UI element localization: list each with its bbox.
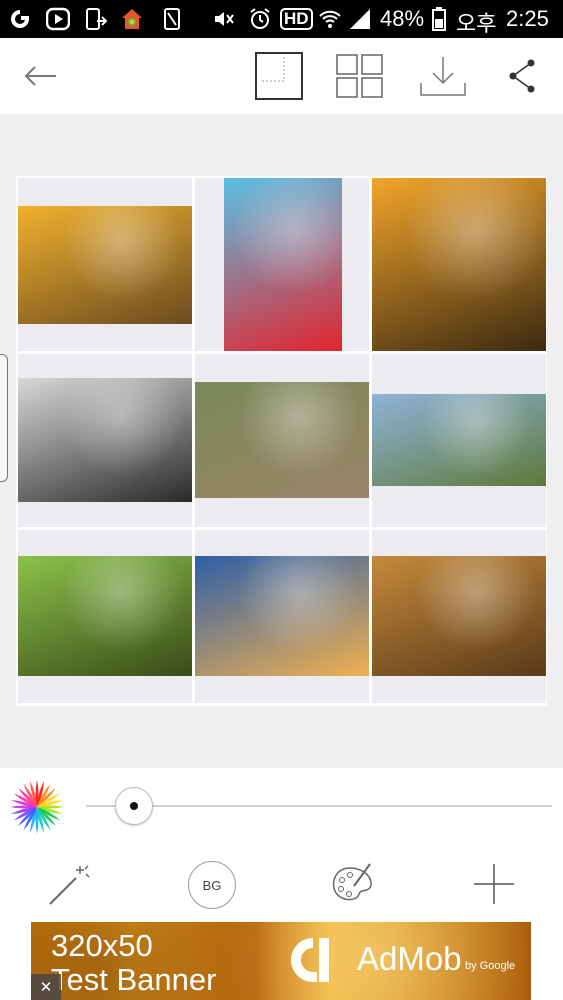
close-icon: ✕: [39, 979, 53, 996]
battery-percent: 48%: [380, 6, 425, 31]
ad-size-text: 320x50: [51, 928, 153, 963]
collage-grid[interactable]: [16, 176, 547, 706]
share-icon: [509, 59, 535, 93]
alarm-icon: [250, 8, 270, 29]
ad-close-button[interactable]: ✕: [31, 974, 61, 1000]
wifi-icon: [319, 10, 341, 28]
collage-photo: [18, 378, 192, 502]
collage-photo: [372, 556, 546, 676]
share-button[interactable]: [500, 38, 544, 114]
magic-wand-icon: [49, 865, 90, 905]
status-bar: HD 48% 오후 2:25: [0, 0, 563, 38]
collage-photo: [18, 556, 192, 676]
collage-photo: [195, 556, 369, 676]
collage-cell[interactable]: [18, 530, 192, 703]
collage-cell[interactable]: [372, 354, 546, 527]
slider-row: [0, 768, 563, 848]
magic-button[interactable]: [44, 860, 94, 910]
arrow-left-icon: [24, 66, 56, 86]
add-button[interactable]: [472, 862, 516, 906]
phone-icon: [164, 8, 180, 30]
top-toolbar: [0, 38, 563, 114]
admob-brand: AdMob: [357, 940, 462, 977]
border-slider-thumb[interactable]: [114, 787, 153, 825]
ad-test-banner-text: Test Banner: [51, 962, 217, 997]
hd-badge: HD: [280, 8, 313, 30]
collage-cell[interactable]: [372, 178, 546, 351]
palette-icon: [332, 863, 372, 901]
ad-by-google: by Google: [465, 960, 516, 972]
collage-photo: [224, 178, 342, 351]
color-wheel-icon[interactable]: [8, 778, 66, 836]
ad-area: 320x50 Test Banner AdMob by Google ✕: [0, 922, 563, 1000]
download-icon: [420, 57, 466, 96]
download-button[interactable]: [416, 38, 470, 114]
clock: 2:25: [506, 6, 549, 31]
border-slider-track[interactable]: [86, 805, 552, 807]
collage-photo: [18, 206, 192, 324]
grid-layout-icon: [336, 54, 383, 98]
home-app-icon: [122, 9, 142, 29]
collage-cell[interactable]: [18, 178, 192, 351]
battery-icon: [432, 7, 446, 31]
collage-cell[interactable]: [195, 354, 369, 527]
bg-label: BG: [202, 877, 222, 893]
back-button[interactable]: [16, 38, 64, 114]
youtube-icon: [46, 7, 70, 31]
screen-share-icon: [86, 8, 108, 30]
collage-cell[interactable]: [372, 530, 546, 703]
bottom-toolbar: BG: [0, 848, 563, 922]
collage-cell[interactable]: [18, 354, 192, 527]
sync-icon: [11, 10, 29, 28]
plus-icon: [474, 864, 514, 904]
side-drawer-handle[interactable]: [0, 354, 8, 482]
collage-photo: [372, 178, 546, 351]
background-button[interactable]: BG: [188, 861, 236, 909]
signal-icon: [350, 9, 370, 29]
admob-logo-icon: [291, 938, 329, 982]
single-layout-button[interactable]: [252, 38, 306, 114]
admob-test-banner[interactable]: 320x50 Test Banner AdMob by Google: [31, 922, 531, 1000]
single-frame-icon: [255, 52, 303, 100]
palette-button[interactable]: [328, 860, 376, 908]
collage-cell[interactable]: [195, 178, 369, 351]
collage-photo: [372, 394, 546, 486]
collage-photo: [195, 382, 369, 498]
collage-cell[interactable]: [195, 530, 369, 703]
mute-icon: [215, 12, 234, 26]
ampm-label: 오후: [456, 11, 497, 36]
grid-layout-button[interactable]: [333, 38, 387, 114]
